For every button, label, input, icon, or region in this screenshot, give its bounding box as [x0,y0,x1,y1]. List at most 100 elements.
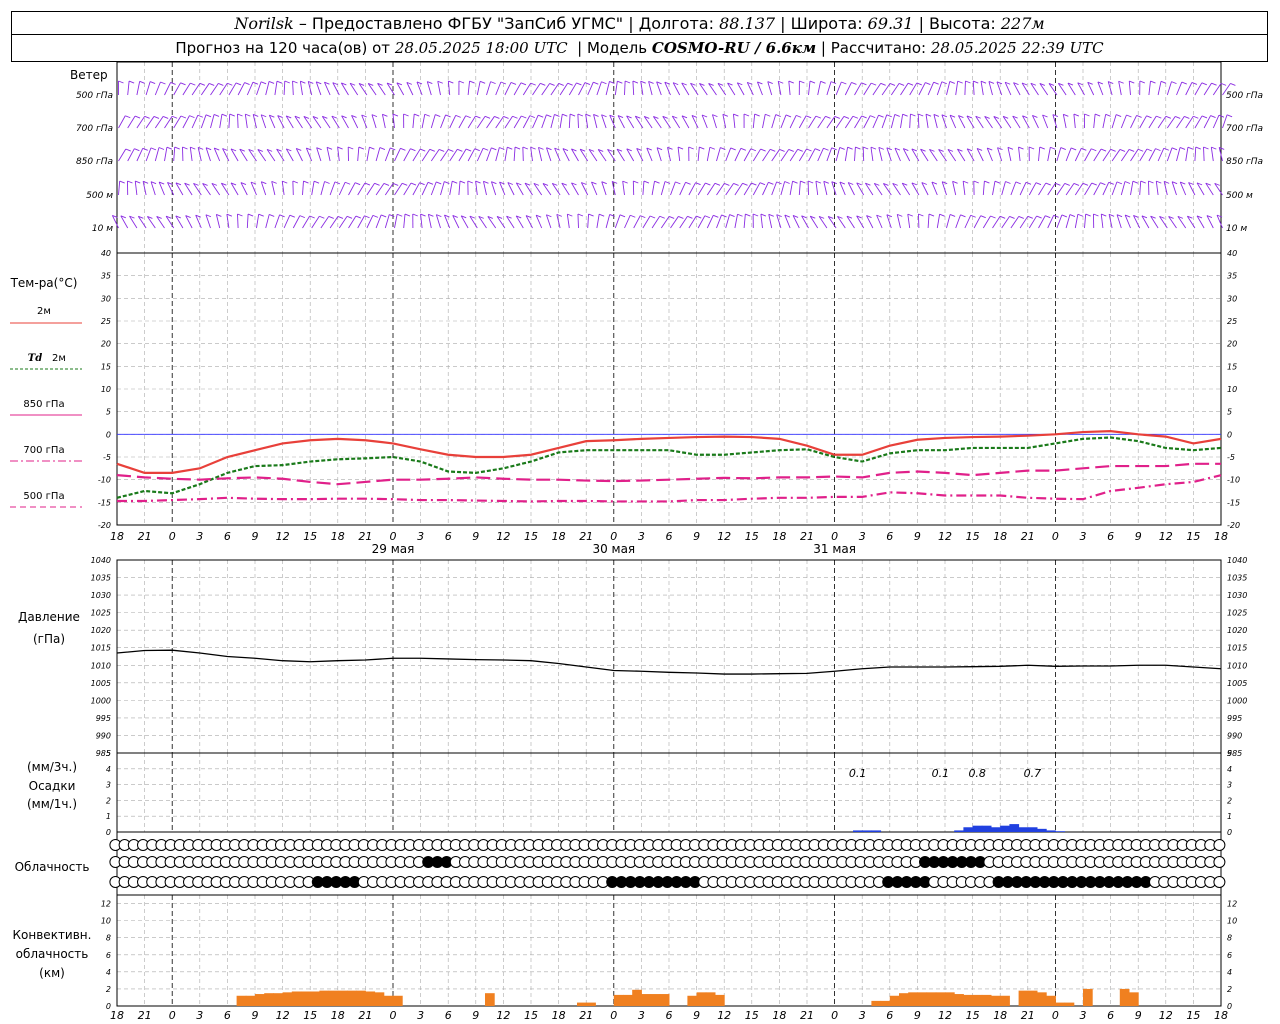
conv-bar [328,990,339,1006]
conv-xtick: 18 [110,1009,124,1022]
temp-xtick: 9 [693,530,700,543]
wind-barb [513,82,522,96]
wind-barb [246,213,249,229]
wind-barb [1052,114,1058,129]
wind-level-label-right: 500 м [1226,191,1253,201]
wind-barb-flag [990,215,996,219]
conv-panel-ytick-right: 6 [1227,951,1232,960]
wind-barb [624,215,631,229]
wind-barb-flag [190,146,196,150]
wind-barb-flag [549,83,555,86]
wind-barb [789,115,797,129]
conv-xtick: 9 [472,1009,479,1022]
wind-barb-flag [941,81,947,85]
wind-barb [862,146,865,162]
wind-barb [835,81,842,96]
precip-bar [954,830,964,832]
wind-barb [1118,81,1122,96]
conv-xtick: 12 [496,1009,510,1022]
wind-barb [403,182,412,196]
wind-barb [371,114,377,129]
wind-barb-flag [482,147,489,151]
wind-barb [847,182,855,196]
wind-barb-flag [593,81,599,85]
conv-bar [282,992,293,1006]
conv-bar [236,995,247,1006]
wind-barb [933,114,938,129]
wind-barb [283,80,286,96]
conv-bar [659,994,670,1006]
wind-barb [870,147,874,162]
wind-barb [980,81,984,96]
wind-barb [452,215,460,229]
wind-barb-flag [705,182,711,186]
conv-xtick: 21 [800,1009,814,1022]
conv-bar [632,989,642,1006]
wind-barb-flag [412,213,418,217]
wind-barb [917,113,920,129]
wind-barb [952,181,957,196]
wind-barb-flag [424,113,430,117]
wind-barb-flag [1050,146,1056,150]
wind-barb [1206,215,1214,229]
pressure-panel-ytick-left: 1030 [91,591,111,600]
wind-barb-flag [158,147,165,150]
wind-barb [988,81,993,96]
wind-barb-flag [392,113,399,117]
precip-panel-ytick-left: 0 [106,828,111,837]
wind-barb [1120,114,1127,129]
conv-bar [255,994,265,1006]
wind-barb-flag [520,82,527,86]
temp-panel-ytick-right: 40 [1227,249,1237,258]
wind-barb-flag [675,181,681,185]
temp-xtick: 18 [552,530,566,543]
conv-bar [945,992,955,1006]
wind-barb [817,81,822,96]
wind-barb-flag [299,215,306,219]
wind-barb-flag [1115,114,1122,118]
precip-bar [1009,824,1020,832]
conv-bar [981,994,992,1006]
wind-barb [697,182,706,196]
wind-barb [182,82,191,96]
conv-bar [337,990,348,1006]
wind-barb [532,83,541,96]
wind-barb-flag [1036,215,1042,219]
conv-xtick: 6 [666,1009,673,1022]
wind-barb-flag [125,115,131,119]
wind-barb-flag [863,146,869,150]
wind-barb-flag [268,81,275,84]
wind-barb-flag [404,213,411,217]
wind-barb-flag [429,148,435,152]
temp-xtick: 18 [772,530,786,543]
wind-barb-flag [980,80,987,84]
wind-barb [762,114,766,129]
wind-barb-flag [687,215,693,219]
wind-barb [798,181,801,196]
wind-barb-flag [576,82,582,86]
wind-barb-flag [227,82,233,86]
wind-barb [1074,183,1084,196]
wind-barb-flag [491,147,497,151]
temp-xtick: 18 [331,530,345,543]
wind-barb-flag [448,149,454,152]
wind-barb-flag [400,147,406,151]
wind-barb [256,214,260,229]
wind-barb-flag [313,180,320,184]
wind-barb-flag [1082,182,1089,186]
wind-barb-flag [973,180,979,184]
pressure-panel-ytick-right: 1040 [1227,556,1247,565]
wind-barb-flag [358,146,365,150]
wind-barb-flag [1116,181,1123,185]
wind-barb [1028,182,1037,196]
wind-barb [458,181,461,196]
conv-bar [926,992,937,1006]
wind-barb [173,147,176,162]
temp-xtick: 15 [524,530,538,543]
wind-barb-flag [733,113,739,117]
temp-panel-ytick-left: 20 [101,340,111,349]
pressure-panel-ytick-right: 1025 [1227,609,1247,618]
wind-barb [1056,183,1066,196]
wind-barb [283,215,291,229]
wind-barb [823,181,828,196]
